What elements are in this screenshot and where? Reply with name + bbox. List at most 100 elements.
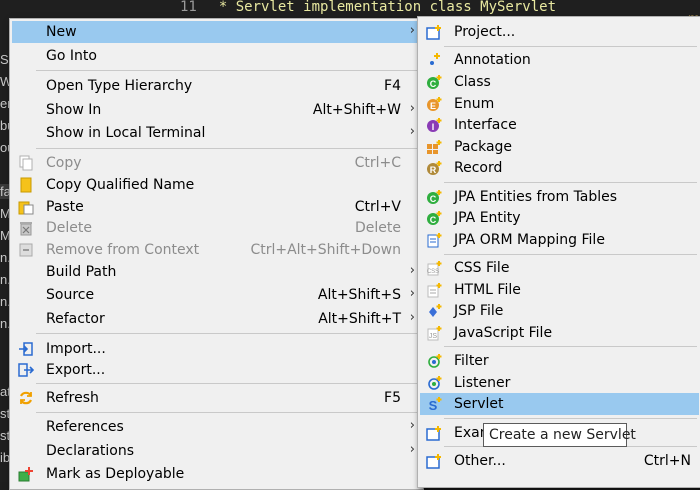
menu-separator [444,46,697,47]
menu-item-interface[interactable]: I Interface [420,114,699,136]
shortcut: Ctrl+C [354,155,401,171]
menu-item-show-in-local-terminal[interactable]: Show in Local Terminal › [12,122,421,144]
editor-code-line: 11 * Servlet implementation class MyServl… [180,0,700,16]
menu-item-go-into[interactable]: Go Into [12,45,421,67]
other-icon [426,453,442,469]
menu-item-declarations[interactable]: Declarations › [12,440,421,462]
chevron-right-icon: › [409,23,415,38]
menu-item-references[interactable]: References › [12,416,421,438]
chevron-right-icon: › [409,124,415,139]
menu-separator [36,70,419,71]
project-icon [426,24,442,40]
copy-icon [18,155,34,171]
menu-item-enum[interactable]: E Enum [420,93,699,115]
menu-item-record[interactable]: R Record [420,157,699,179]
menu-item-jpa-entities-from-tables[interactable]: C JPA Entities from Tables [420,186,699,208]
mark-as-deployable-icon [18,466,34,482]
shortcut: Ctrl+V [354,199,401,215]
svg-text:R: R [430,165,437,175]
menu-item-delete[interactable]: Delete Delete [12,217,421,239]
servlet-icon: S [426,396,442,413]
export-icon [18,362,35,378]
shortcut: Alt+Shift+W [312,102,401,118]
menu-item-paste[interactable]: Paste Ctrl+V [12,196,421,218]
enum-icon: E [426,96,442,112]
refresh-icon [18,390,34,406]
menu-item-listener[interactable]: Listener [420,372,699,394]
menu-item-remove-from-context[interactable]: Remove from Context Ctrl+Alt+Shift+Down [12,239,421,261]
remove-from-context-icon [18,242,34,258]
menu-separator [36,333,419,334]
package-icon [426,139,442,155]
tooltip: Create a new Servlet [483,423,636,447]
menu-item-jpa-orm-mapping-file[interactable]: JPA ORM Mapping File [420,229,699,251]
menu-item-open-type-hierarchy[interactable]: Open Type Hierarchy F4 [12,75,421,97]
chevron-right-icon: › [409,418,415,433]
jsp-file-icon [426,303,442,319]
shortcut: Ctrl+N [643,453,691,469]
shortcut: Delete [355,220,401,236]
import-icon [18,341,34,357]
interface-icon: I [426,117,442,133]
menu-separator [444,182,697,183]
svg-text:S: S [429,398,438,412]
chevron-right-icon: › [409,101,415,116]
class-icon: C [426,74,442,90]
menu-item-annotation[interactable]: Annotation [420,49,699,71]
shortcut: Ctrl+Alt+Shift+Down [250,242,401,258]
menu-item-import[interactable]: Import... [12,338,421,360]
menu-item-copy[interactable]: Copy Ctrl+C [12,152,421,174]
menu-item-build-path[interactable]: Build Path › [12,261,421,283]
menu-item-new[interactable]: New › [12,21,421,43]
svg-text:JS: JS [429,333,438,340]
menu-item-jpa-entity[interactable]: C JPA Entity [420,207,699,229]
copy-qualified-name-icon [18,177,34,193]
menu-separator [444,418,697,419]
menu-item-refresh[interactable]: Refresh F5 [12,387,421,409]
menu-item-source[interactable]: Source Alt+Shift+S › [12,284,421,306]
menu-item-jsp-file[interactable]: JSP File [420,300,699,322]
jpa-orm-mapping-icon [426,232,442,248]
chevron-right-icon: › [409,286,415,301]
jpa-entities-icon: C [426,189,442,205]
shortcut: F5 [384,390,401,406]
jpa-entity-icon: C [426,210,442,226]
menu-item-css-file[interactable]: CSS CSS File [420,257,699,279]
menu-item-html-file[interactable]: HTML File [420,279,699,301]
record-icon: R [426,160,442,176]
shortcut: Alt+Shift+T [318,311,401,327]
chevron-right-icon: › [409,310,415,325]
menu-item-package[interactable]: Package [420,136,699,158]
menu-separator [36,412,419,413]
menu-item-class[interactable]: C Class [420,71,699,93]
svg-text:C: C [430,215,437,225]
svg-text:CSS: CSS [427,269,439,275]
css-file-icon: CSS [426,260,442,276]
listener-icon [426,375,442,391]
menu-item-show-in[interactable]: Show In Alt+Shift+W › [12,99,421,121]
menu-item-other[interactable]: Other... Ctrl+N [420,450,699,472]
javascript-file-icon: JS [426,325,442,341]
chevron-right-icon: › [409,263,415,278]
menu-item-javascript-file[interactable]: JS JavaScript File [420,322,699,344]
menu-separator [444,346,697,347]
menu-separator [444,254,697,255]
svg-text:E: E [430,101,436,111]
example-icon [426,425,442,441]
shortcut: F4 [384,78,401,94]
html-file-icon [426,282,442,298]
svg-text:I: I [432,122,435,132]
line-number: 11 [180,0,197,15]
menu-item-filter[interactable]: Filter [420,350,699,372]
menu-item-project[interactable]: Project... [420,21,699,43]
context-menu: New › Go Into Open Type Hierarchy F4 Sho… [9,18,424,490]
menu-item-export[interactable]: Export... [12,359,421,381]
menu-item-servlet[interactable]: S Servlet [420,393,699,415]
menu-separator [36,148,419,149]
menu-item-refactor[interactable]: Refactor Alt+Shift+T › [12,308,421,330]
svg-text:C: C [430,79,437,89]
svg-text:C: C [430,194,437,204]
chevron-right-icon: › [409,442,415,457]
annotation-icon [426,52,442,68]
menu-item-copy-qualified-name[interactable]: Copy Qualified Name [12,174,421,196]
